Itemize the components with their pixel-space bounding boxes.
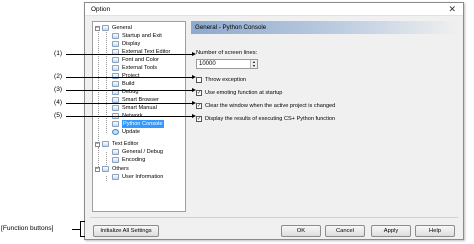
arrowhead [192, 101, 196, 105]
option-label: Use emoting function at startup [205, 90, 283, 96]
tree-item-label: Others [112, 166, 129, 172]
leader-line-5 [66, 116, 192, 117]
page-icon [112, 149, 119, 155]
tree-item-project[interactable]: Project [112, 72, 139, 80]
callout-5: (5) [54, 112, 63, 119]
page-icon [112, 157, 119, 163]
page-icon [112, 121, 119, 127]
tree-item-label: Build [122, 81, 135, 87]
callout-4: (4) [54, 99, 63, 106]
tree-item-build[interactable]: Build [112, 80, 134, 88]
window-title: Option [91, 6, 111, 13]
checkbox-checked[interactable]: ✓ [196, 90, 202, 96]
collapse-icon[interactable]: − [95, 166, 100, 172]
option-label: Clear the window when the active project… [205, 103, 336, 109]
leader-line-1 [66, 54, 192, 55]
arrowhead [192, 88, 196, 92]
page-icon [112, 81, 119, 87]
tree-item-label: Display [122, 41, 141, 47]
spin-buttons[interactable]: ▲ ▼ [250, 60, 257, 68]
arrowhead [192, 75, 196, 79]
tree-item-python-console[interactable]: Python Console [112, 120, 164, 128]
collapse-icon[interactable]: − [95, 25, 100, 31]
page-icon [112, 41, 119, 47]
initialize-all-settings-button[interactable]: Initialize All Settings [93, 225, 159, 237]
checkbox[interactable] [196, 77, 202, 83]
leader-line-3 [66, 90, 192, 91]
category-icon [102, 166, 109, 172]
page-icon [112, 33, 119, 39]
option-use-emoting[interactable]: ✓ Use emoting function at startup [196, 89, 282, 97]
function-buttons-bracket [80, 221, 85, 237]
page-icon [112, 57, 119, 63]
title-bar: Option ✕ [85, 3, 463, 16]
tree-item-external-tools[interactable]: External Tools [112, 64, 157, 72]
tree-item-font-and-color[interactable]: Font and Color [112, 56, 159, 64]
page-icon [112, 65, 119, 71]
tree-item-label: Font and Color [122, 57, 160, 63]
checkbox-checked[interactable]: ✓ [196, 103, 202, 109]
tree-item-label: General / Debug [122, 149, 164, 155]
arrowhead [192, 52, 196, 56]
screen-lines-label: Number of screen lines: [196, 50, 258, 56]
update-icon [112, 129, 119, 135]
tree-item-label: Update [122, 129, 141, 135]
callout-1: (1) [54, 50, 63, 57]
tree-item-label: Encoding [122, 157, 146, 163]
tree-item-label: Text Editor [112, 141, 139, 147]
option-clear-window[interactable]: ✓ Clear the window when the active proje… [196, 102, 335, 110]
panel-header-title: General - Python Console [195, 24, 267, 31]
ok-button[interactable]: OK [281, 225, 321, 237]
option-label: Throw exception [205, 77, 247, 83]
separator [90, 217, 458, 218]
settings-panel: General - Python Console Number of scree… [191, 21, 459, 212]
tree-item-label: Startup and Exit [122, 33, 162, 39]
category-icon [102, 25, 109, 31]
tree-item-user-information[interactable]: User Information [112, 173, 163, 181]
apply-button[interactable]: Apply [371, 225, 411, 237]
help-button[interactable]: Help [415, 225, 455, 237]
page-icon [112, 105, 119, 111]
tree-item-display[interactable]: Display [112, 40, 140, 48]
tree-item-label: Python Console [122, 120, 164, 128]
page-icon [112, 73, 119, 79]
tree-item-label: Project [122, 73, 140, 79]
callout-function-buttons: [Function buttons] [1, 225, 54, 232]
screen-lines-input[interactable]: 10000 ▲ ▼ [196, 59, 258, 69]
close-icon[interactable]: ✕ [448, 4, 456, 14]
tree-item-text-editor[interactable]: − Text Editor [95, 140, 138, 148]
tree-item-label: General [112, 25, 132, 31]
option-dialog: Option ✕ − General Startup and Exit Disp… [84, 2, 464, 240]
screen-lines-value: 10000 [199, 61, 216, 67]
callout-3: (3) [54, 86, 63, 93]
page-icon [112, 174, 119, 180]
tree-item-label: Smart Manual [122, 105, 157, 111]
checkbox-checked[interactable]: ✓ [196, 116, 202, 122]
tree-item-general[interactable]: − General [95, 24, 132, 32]
tree-item-others[interactable]: − Others [95, 165, 129, 173]
option-label: Display the results of executing CS+ Pyt… [205, 116, 336, 122]
tree-item-update[interactable]: Update [112, 128, 140, 136]
tree-item-startup-and-exit[interactable]: Startup and Exit [112, 32, 162, 40]
tree-item-label: External Tools [122, 65, 158, 71]
leader-line-2 [66, 77, 192, 78]
tree-item-label: User Information [122, 174, 164, 180]
tree-item-general-debug[interactable]: General / Debug [112, 148, 163, 156]
callout-2: (2) [54, 73, 63, 80]
leader-line-4 [66, 103, 192, 104]
category-icon [102, 141, 109, 147]
collapse-icon[interactable]: − [95, 141, 100, 147]
arrowhead [192, 114, 196, 118]
option-display-results[interactable]: ✓ Display the results of executing CS+ P… [196, 115, 335, 123]
panel-header: General - Python Console [191, 21, 459, 34]
tree-item-smart-manual[interactable]: Smart Manual [112, 104, 157, 112]
tree-item-encoding[interactable]: Encoding [112, 156, 145, 164]
option-throw-exception[interactable]: Throw exception [196, 76, 246, 84]
leader-line-function-buttons [72, 229, 80, 230]
cancel-button[interactable]: Cancel [325, 225, 365, 237]
